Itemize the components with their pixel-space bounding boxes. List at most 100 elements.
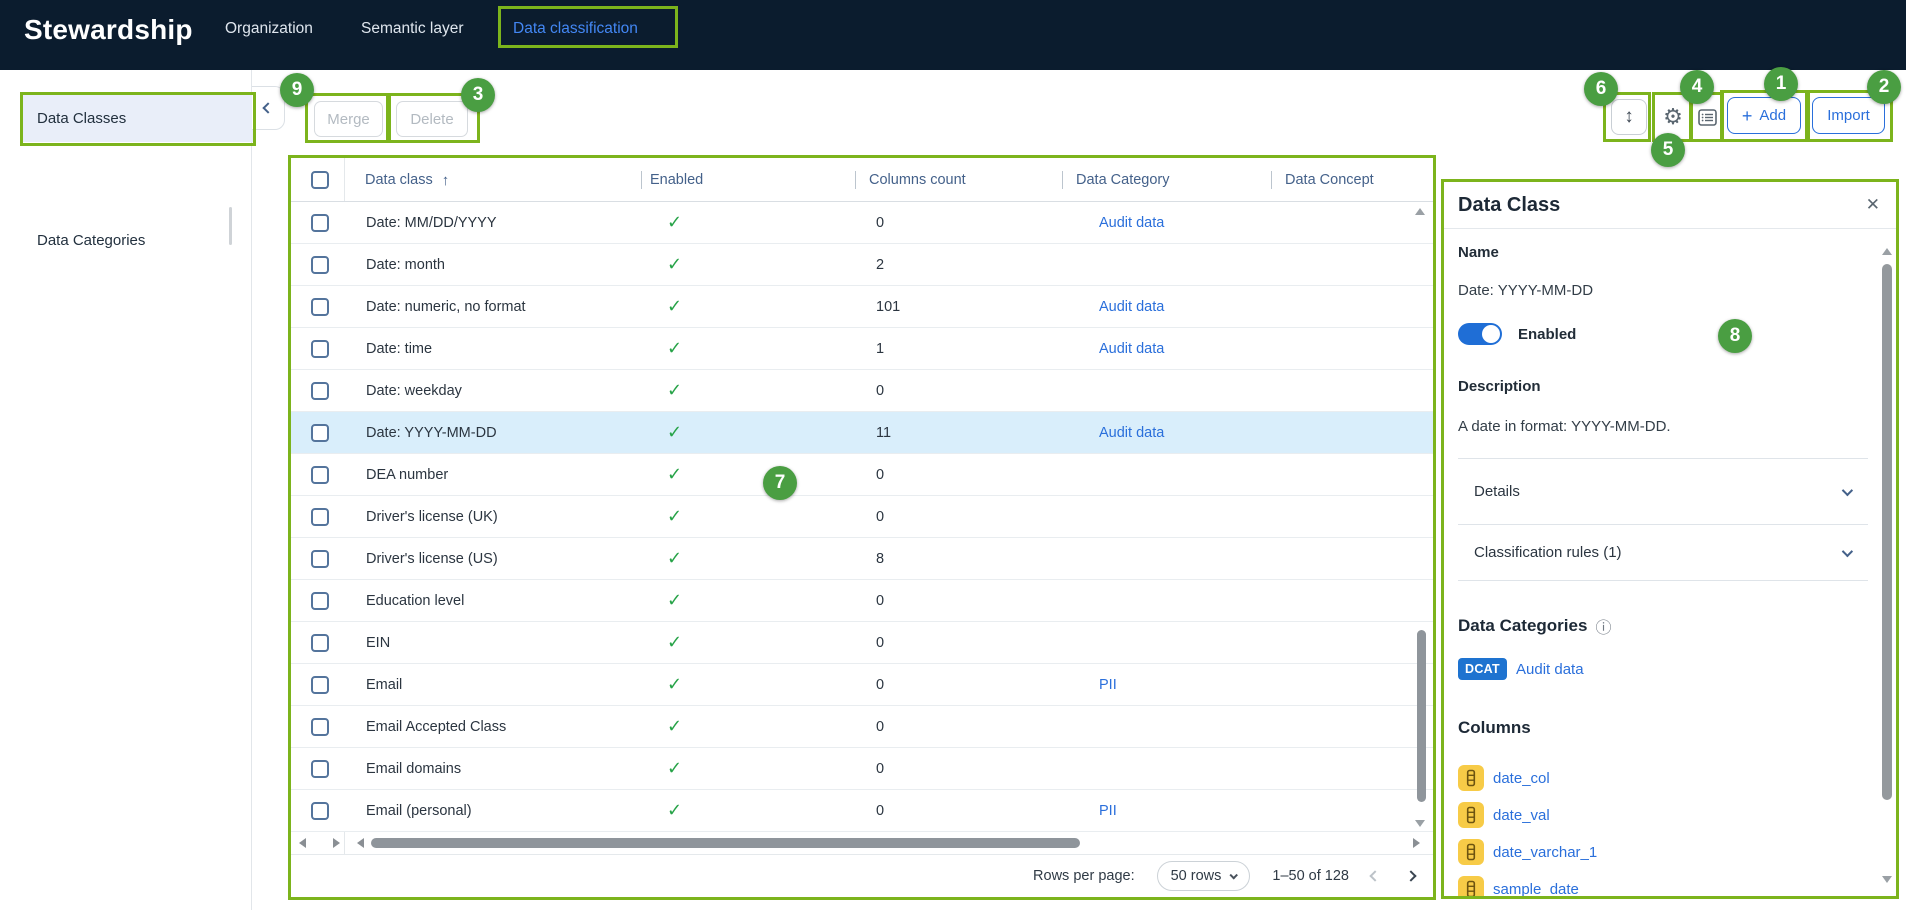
data-category-link[interactable]: Audit data (1099, 341, 1164, 357)
column-header-data-class[interactable]: Data class ↑ (365, 158, 449, 202)
row-checkbox[interactable] (311, 466, 329, 484)
column-icon (1458, 839, 1484, 865)
row-checkbox[interactable] (311, 298, 329, 316)
table-horizontal-scrollbar-thumb[interactable] (371, 838, 1080, 848)
table-row[interactable]: Date: YYYY-MM-DD✓11Audit data (291, 412, 1433, 454)
panel-scroll-up-arrow[interactable] (1882, 248, 1892, 255)
check-icon: ✓ (667, 422, 682, 443)
sidebar-item-data-categories[interactable]: Data Categories (23, 222, 253, 258)
data-concept-cell (1272, 370, 1433, 411)
data-category-link[interactable]: PII (1099, 677, 1117, 693)
data-category-cell (1063, 496, 1272, 537)
table-row[interactable]: Date: weekday✓0 (291, 370, 1433, 412)
table-row[interactable]: Email domains✓0 (291, 748, 1433, 790)
column-settings-button[interactable] (1692, 99, 1722, 135)
table-row[interactable]: EIN✓0 (291, 622, 1433, 664)
column-header-data-category[interactable]: Data Category (1076, 158, 1170, 202)
nav-item-organization[interactable]: Organization (225, 0, 313, 58)
previous-page-button[interactable] (1369, 870, 1380, 881)
row-checkbox-cell (291, 664, 345, 705)
info-icon[interactable]: ⓘ (1595, 614, 1611, 638)
data-category-link[interactable]: Audit data (1099, 425, 1164, 441)
next-page-button[interactable] (1405, 870, 1416, 881)
column-link[interactable]: date_val (1493, 807, 1550, 824)
table-row[interactable]: Date: numeric, no format✓101Audit data (291, 286, 1433, 328)
sidebar-scrollbar-thumb[interactable] (229, 207, 232, 245)
settings-button[interactable]: ⚙ (1656, 99, 1690, 135)
row-checkbox-cell (291, 286, 345, 327)
data-category-link[interactable]: Audit data (1099, 299, 1164, 315)
row-checkbox[interactable] (311, 634, 329, 652)
row-checkbox[interactable] (311, 508, 329, 526)
table-scroll-up-arrow[interactable] (1415, 208, 1425, 215)
sidebar-collapse-button[interactable] (252, 86, 285, 130)
header-divider (855, 171, 856, 189)
column-link[interactable]: sample_date (1493, 881, 1579, 897)
row-checkbox[interactable] (311, 718, 329, 736)
data-category-link[interactable]: PII (1099, 803, 1117, 819)
table-row[interactable]: Driver's license (US)✓8 (291, 538, 1433, 580)
panel-scroll-down-arrow[interactable] (1882, 876, 1892, 883)
table-scroll-left-arrow[interactable] (357, 838, 364, 848)
table-vertical-scrollbar-thumb[interactable] (1417, 630, 1426, 802)
column-link[interactable]: date_varchar_1 (1493, 844, 1597, 861)
row-checkbox-cell (291, 328, 345, 369)
rows-per-page-select[interactable]: 50 rows (1157, 861, 1251, 891)
table-scroll-down-arrow[interactable] (1415, 820, 1425, 827)
header-divider (1271, 171, 1272, 189)
check-icon: ✓ (667, 506, 682, 527)
nav-item-semantic-layer[interactable]: Semantic layer (361, 0, 464, 58)
table-row[interactable]: Email Accepted Class✓0 (291, 706, 1433, 748)
panel-section-details[interactable]: Details (1458, 459, 1868, 525)
columns-count-cell: 8 (856, 538, 1063, 579)
category-link[interactable]: Audit data (1516, 661, 1584, 678)
check-icon: ✓ (667, 800, 682, 821)
enabled-cell: ✓ (642, 496, 856, 537)
row-checkbox-cell (291, 790, 345, 831)
table-row[interactable]: Date: MM/DD/YYYY✓0Audit data (291, 202, 1433, 244)
table-row[interactable]: Education level✓0 (291, 580, 1433, 622)
resize-rows-button[interactable]: ↕ (1611, 99, 1647, 135)
merge-button[interactable]: Merge (314, 101, 383, 137)
row-checkbox[interactable] (311, 256, 329, 274)
data-concept-cell (1272, 706, 1433, 747)
row-checkbox[interactable] (311, 676, 329, 694)
table-row[interactable]: Email (personal)✓0PII (291, 790, 1433, 832)
row-checkbox[interactable] (311, 424, 329, 442)
close-icon[interactable]: ✕ (1866, 195, 1880, 215)
row-checkbox[interactable] (311, 340, 329, 358)
column-header-enabled[interactable]: Enabled (650, 158, 703, 202)
row-checkbox[interactable] (311, 382, 329, 400)
table-row[interactable]: Date: time✓1Audit data (291, 328, 1433, 370)
column-header-data-concept[interactable]: Data Concept (1285, 158, 1374, 202)
table-row[interactable]: Date: month✓2 (291, 244, 1433, 286)
nav-item-data-classification[interactable]: Data classification (513, 0, 638, 58)
row-checkbox[interactable] (311, 760, 329, 778)
select-all-checkbox[interactable] (311, 171, 329, 189)
enabled-toggle[interactable] (1458, 323, 1502, 345)
columns-count-cell: 0 (856, 748, 1063, 789)
row-checkbox[interactable] (311, 550, 329, 568)
data-category-cell (1063, 454, 1272, 495)
sidebar-item-data-classes[interactable]: Data Classes (23, 95, 253, 142)
row-checkbox[interactable] (311, 802, 329, 820)
add-button[interactable]: + Add (1727, 97, 1801, 134)
column-link[interactable]: date_col (1493, 770, 1550, 787)
table-row[interactable]: Email✓0PII (291, 664, 1433, 706)
column-header-columns-count[interactable]: Columns count (869, 158, 966, 202)
pinned-scroll-right-arrow[interactable] (333, 838, 340, 848)
column-item: date_varchar_1 (1458, 839, 1597, 865)
delete-button[interactable]: Delete (396, 101, 468, 137)
table-row[interactable]: Driver's license (UK)✓0 (291, 496, 1433, 538)
brand-logo[interactable]: Stewardship (24, 0, 193, 60)
import-button[interactable]: Import (1812, 97, 1885, 134)
panel-scrollbar-thumb[interactable] (1882, 264, 1892, 800)
table-scroll-right-arrow[interactable] (1413, 838, 1420, 848)
check-icon: ✓ (667, 590, 682, 611)
table-row[interactable]: DEA number✓0 (291, 454, 1433, 496)
row-checkbox[interactable] (311, 592, 329, 610)
pinned-scroll-left-arrow[interactable] (299, 838, 306, 848)
data-category-link[interactable]: Audit data (1099, 215, 1164, 231)
panel-section-classification-rules-1[interactable]: Classification rules (1) (1458, 525, 1868, 581)
row-checkbox[interactable] (311, 214, 329, 232)
